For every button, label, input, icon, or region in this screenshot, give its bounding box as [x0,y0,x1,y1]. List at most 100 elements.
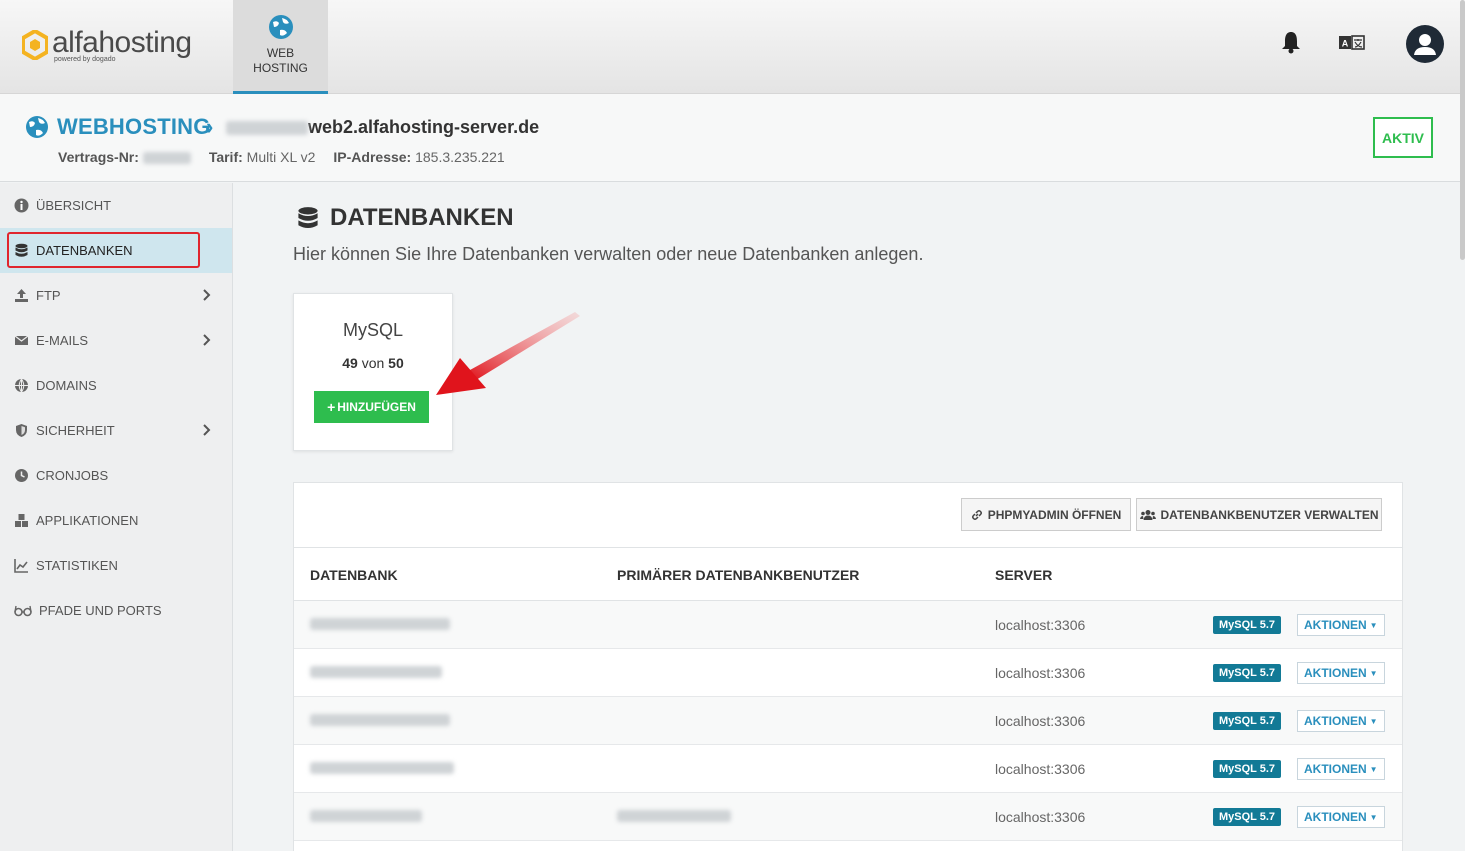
sidebar-item-label: ÜBERSICHT [36,198,112,213]
nav-webhosting-label-2: HOSTING [253,61,308,75]
shield-icon [16,424,27,437]
sidebar-item-statistiken[interactable]: STATISTIKEN [0,543,232,588]
caret-down-icon: ▼ [1369,716,1378,726]
sidebar-item-label: DOMAINS [36,378,97,393]
page-header: WEBHOSTING › web2.alfahosting-server.de … [0,94,1465,182]
server-cell: localhost:3306 [995,809,1086,825]
table-header: DATENBANK PRIMÄRER DATENBANKBENUTZER SER… [294,547,1402,601]
add-button-label: HINZUFÜGEN [337,400,416,414]
redacted-user-name [617,810,731,822]
redacted-text [226,121,308,136]
glasses-icon [14,605,32,617]
redacted-db-name [310,666,442,678]
page-title: DATENBANKEN [296,204,514,232]
mysql-version-badge: MySQL 5.7 [1213,760,1282,778]
status-badge: AKTIV [1373,117,1433,158]
redacted-db-name [310,714,450,726]
language-icon[interactable]: A [1339,34,1365,52]
sidebar-item-emails[interactable]: E-MAILS [0,318,232,363]
breadcrumb-webhosting[interactable]: WEBHOSTING [57,114,211,140]
sidebar-item-label: APPLIKATIONEN [36,513,139,528]
highlight-box [7,232,200,268]
sidebar-item-label: E-MAILS [36,333,89,348]
page-description: Hier können Sie Ihre Datenbanken verwalt… [293,244,924,264]
globe-icon [268,15,293,39]
sidebar-item-domains[interactable]: DOMAINS [0,363,232,408]
scrollbar[interactable] [1460,0,1465,260]
server-cell: localhost:3306 [995,665,1086,681]
logo-text: alfahosting [52,26,192,59]
mysql-version-badge: MySQL 5.7 [1213,616,1282,634]
actions-dropdown[interactable]: AKTIONEN ▼ [1297,758,1385,780]
caret-down-icon: ▼ [1369,668,1378,678]
sidebar-item-pfade-und-ports[interactable]: PFADE UND PORTS [0,588,232,633]
column-header-datenbank[interactable]: DATENBANK [310,567,398,583]
top-bar: alfahosting powered by dogado WEB HOSTIN… [0,0,1465,94]
caret-down-icon: ▼ [1369,620,1378,630]
server-cell: localhost:3306 [995,761,1086,777]
nav-webhosting[interactable]: WEB HOSTING [233,0,328,94]
chevron-right-icon [203,424,211,436]
breadcrumb-chevron-icon: › [206,114,214,139]
actions-dropdown[interactable]: AKTIONEN ▼ [1297,662,1385,684]
column-header-server[interactable]: SERVER [995,567,1052,583]
sidebar-item-label: FTP [36,288,61,303]
bell-icon[interactable] [1281,30,1301,54]
tariff: Tarif: Multi XL v2 [208,149,316,165]
caret-down-icon: ▼ [1369,812,1378,822]
phpmyadmin-button[interactable]: PHPMYADMIN ÖFFNEN [961,498,1131,531]
sidebar-item-label: PFADE UND PORTS [39,603,162,618]
logo[interactable]: alfahosting powered by dogado [22,26,192,63]
svg-text:A: A [1342,39,1349,49]
breadcrumb-host: web2.alfahosting-server.de [226,117,539,138]
avatar[interactable] [1406,25,1444,63]
logo-mark-icon [22,30,48,60]
chevron-right-icon [203,289,211,301]
link-icon [971,509,982,520]
table-row: localhost:3306 MySQL 5.7 AKTIONEN ▼ [294,793,1402,841]
mysql-version-badge: MySQL 5.7 [1213,712,1282,730]
server-cell: localhost:3306 [995,713,1086,729]
upload-icon [15,289,28,302]
sidebar-item-uebersicht[interactable]: ÜBERSICHT [0,183,232,228]
sidebar-item-ftp[interactable]: FTP [0,273,232,318]
info-icon [14,198,29,213]
table-row: localhost:3306 MySQL 5.7 AKTIONEN ▼ [294,745,1402,793]
chart-icon [14,559,28,573]
actions-dropdown[interactable]: AKTIONEN ▼ [1297,806,1385,828]
ip-address: IP-Adresse: 185.3.235.221 [333,149,505,165]
card-title: MySQL [342,320,403,340]
actions-dropdown[interactable]: AKTIONEN ▼ [1297,710,1385,732]
sidebar-item-label: SICHERHEIT [36,423,115,438]
mysql-version-badge: MySQL 5.7 [1213,664,1282,682]
sidebar-item-label: CRONJOBS [36,468,109,483]
user-icon [1414,34,1436,55]
host-name: web2.alfahosting-server.de [308,117,540,137]
sidebar-item-applikationen[interactable]: APPLIKATIONEN [0,498,232,543]
globe-icon [26,116,48,138]
envelope-icon [14,335,29,345]
sidebar-item-cronjobs[interactable]: CRONJOBS [0,453,232,498]
sidebar: ÜBERSICHT DATENBANKEN FTP E-MAILS DOMAIN… [0,183,233,851]
manage-db-users-button[interactable]: DATENBANKBENUTZER VERWALTEN [1136,498,1382,531]
column-header-user[interactable]: PRIMÄRER DATENBANKBENUTZER [617,567,859,583]
table-row: localhost:3306 MySQL 5.7 AKTIONEN ▼ [294,601,1402,649]
page-title-text: DATENBANKEN [330,204,514,231]
globe-icon [15,378,28,393]
mysql-version-badge: MySQL 5.7 [1213,808,1282,826]
card-count: 49 von 50 [342,355,404,371]
table-row: localhost:3306 MySQL 5.7 AKTIONEN ▼ [294,697,1402,745]
mysql-card: MySQL 49 von 50 + HINZUFÜGEN [293,293,453,451]
logo-tagline: powered by dogado [54,56,116,63]
contract-meta: Vertrags-Nr: Tarif: Multi XL v2 IP-Adres… [58,149,505,165]
pointer-arrow-annotation [436,312,580,395]
server-cell: localhost:3306 [995,617,1086,633]
redacted-db-name [310,810,422,822]
chevron-right-icon [203,334,211,346]
actions-dropdown[interactable]: AKTIONEN ▼ [1297,614,1385,636]
nav-webhosting-label-1: WEB [266,46,295,60]
users-icon [1139,509,1156,520]
add-database-button[interactable]: + HINZUFÜGEN [314,391,429,423]
sidebar-item-sicherheit[interactable]: SICHERHEIT [0,408,232,453]
plus-icon: + [327,399,336,415]
